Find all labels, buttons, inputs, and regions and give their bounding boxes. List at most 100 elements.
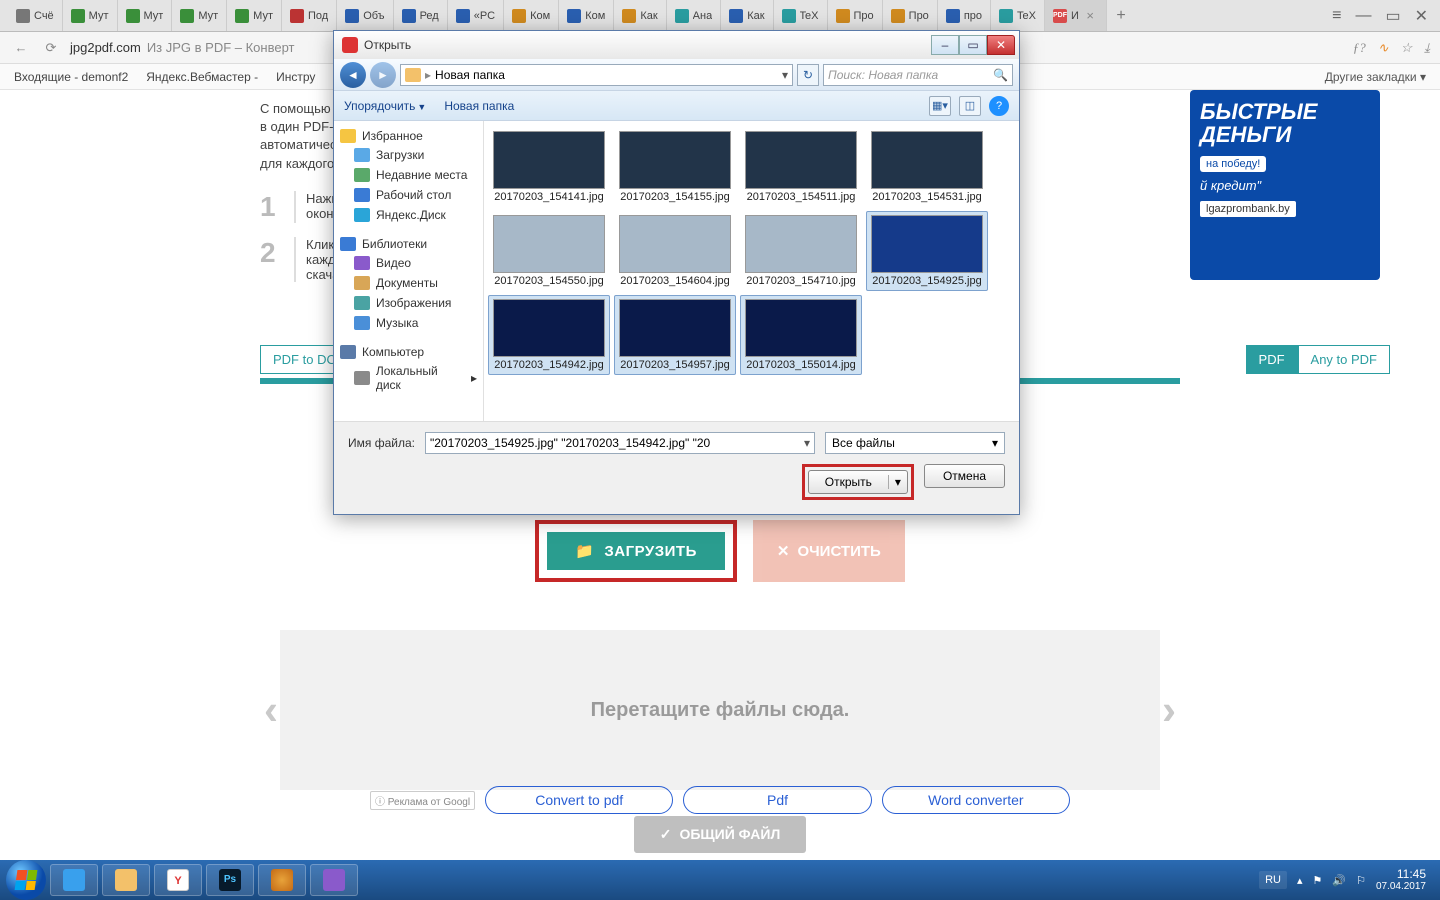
browser-tab[interactable]: Про	[828, 0, 883, 31]
taskbar-app-photoshop[interactable]: Ps	[206, 864, 254, 896]
browser-tab[interactable]: Мут	[227, 0, 282, 31]
file-item[interactable]: 20170203_154550.jpg	[488, 211, 610, 291]
breadcrumb[interactable]: ▸ Новая папка ▾	[400, 64, 793, 86]
taskbar-app-ie[interactable]	[50, 864, 98, 896]
preview-pane-button[interactable]: ◫	[959, 96, 981, 116]
close-button[interactable]: ✕	[987, 35, 1015, 55]
bookmark-item[interactable]: Яндекс.Вебмастер -	[146, 70, 258, 84]
new-folder-button[interactable]: Новая папка	[444, 99, 514, 113]
file-item[interactable]: 20170203_154925.jpg	[866, 211, 988, 291]
taskbar-clock[interactable]: 11:45 07.04.2017	[1376, 868, 1426, 892]
browser-tab[interactable]: Ком	[504, 0, 559, 31]
taskbar-app-paint[interactable]	[258, 864, 306, 896]
sidebar-ad[interactable]: БЫСТРЫЕ ДЕНЬГИ на победу! й кредит" lgaz…	[1190, 90, 1380, 280]
rss-icon[interactable]: ∿	[1378, 40, 1389, 56]
file-item[interactable]: 20170203_154710.jpg	[740, 211, 862, 291]
browser-tab[interactable]: про	[938, 0, 991, 31]
browser-tab[interactable]: Ана	[667, 0, 722, 31]
refresh-button[interactable]: ↻	[797, 64, 819, 86]
sidebar-item-desktop[interactable]: Рабочий стол	[338, 185, 479, 205]
download-icon[interactable]: ⤓	[1424, 40, 1430, 56]
browser-tab[interactable]: Мут	[63, 0, 118, 31]
nav-reload-icon[interactable]: ⟳	[40, 40, 62, 56]
carousel-next-icon[interactable]: ›	[1162, 686, 1176, 734]
tray-network-icon[interactable]: ⚑	[1312, 874, 1322, 887]
taskbar-app-explorer[interactable]	[102, 864, 150, 896]
other-bookmarks[interactable]: Другие закладки ▾	[1325, 70, 1426, 84]
ad-pill[interactable]: Pdf	[683, 786, 871, 814]
maximize-button[interactable]: ▭	[959, 35, 987, 55]
browser-tab[interactable]: Под	[282, 0, 337, 31]
view-mode-button[interactable]: ▦▾	[929, 96, 951, 116]
browser-tab[interactable]: Ред	[394, 0, 448, 31]
tab-close-icon[interactable]: ×	[1082, 8, 1098, 23]
dialog-titlebar[interactable]: Открыть – ▭ ✕	[334, 31, 1019, 59]
nav-back-button[interactable]: ◄	[340, 62, 366, 88]
browser-tab[interactable]: TeX	[774, 0, 828, 31]
file-item[interactable]: 20170203_154604.jpg	[614, 211, 736, 291]
sidebar-item-localdisk[interactable]: Локальный диск ▸	[338, 361, 479, 395]
tray-volume-icon[interactable]: 🔊	[1332, 874, 1346, 887]
nav-forward-button[interactable]: ►	[370, 62, 396, 88]
browser-tab[interactable]: Мут	[172, 0, 227, 31]
browser-tab[interactable]: TeX	[991, 0, 1045, 31]
organize-menu[interactable]: Упорядочить▼	[344, 99, 426, 113]
ad-pill[interactable]: Word converter	[882, 786, 1070, 814]
upload-button[interactable]: 📁 ЗАГРУЗИТЬ	[547, 532, 725, 570]
carousel-prev-icon[interactable]: ‹	[264, 686, 278, 734]
search-input[interactable]: Поиск: Новая папка 🔍	[823, 64, 1013, 86]
browser-tab[interactable]: PDFИ×	[1045, 0, 1107, 31]
combined-file-button[interactable]: ✓ ОБЩИЙ ФАЙЛ	[634, 816, 807, 853]
help-button[interactable]: ?	[989, 96, 1009, 116]
ad-pill[interactable]: Convert to pdf	[485, 786, 673, 814]
sidebar-group-computer[interactable]: Компьютер	[362, 345, 424, 359]
taskbar-app-yandex[interactable]: Y	[154, 864, 202, 896]
file-item[interactable]: 20170203_154957.jpg	[614, 295, 736, 375]
tray-action-icon[interactable]: ⚐	[1356, 874, 1366, 887]
chevron-down-icon[interactable]: ▾	[782, 68, 788, 82]
file-item[interactable]: 20170203_154531.jpg	[866, 127, 988, 207]
browser-tab[interactable]: Как	[721, 0, 773, 31]
bookmark-item[interactable]: Входящие - demonf2	[14, 70, 128, 84]
start-button[interactable]	[6, 860, 46, 900]
bookmark-item[interactable]: Инстру	[276, 70, 315, 84]
browser-tab[interactable]: Счё	[8, 0, 63, 31]
file-item[interactable]: 20170203_154942.jpg	[488, 295, 610, 375]
clear-button[interactable]: ✕ ОЧИСТИТЬ	[753, 520, 905, 582]
bookmark-icon[interactable]: ☆	[1401, 40, 1413, 56]
browser-tab[interactable]: Как	[614, 0, 666, 31]
file-item[interactable]: 20170203_154141.jpg	[488, 127, 610, 207]
sidebar-item-images[interactable]: Изображения	[338, 293, 479, 313]
nav-back-icon[interactable]: ←	[10, 40, 32, 55]
convert-tab[interactable]: Any to PDF	[1298, 345, 1390, 374]
file-item[interactable]: 20170203_154155.jpg	[614, 127, 736, 207]
sidebar-item-recent[interactable]: Недавние места	[338, 165, 479, 185]
dropzone[interactable]: ‹ Перетащите файлы сюда. ›	[280, 630, 1160, 790]
minimize-icon[interactable]: —	[1355, 7, 1371, 25]
sidebar-item-downloads[interactable]: Загрузки	[338, 145, 479, 165]
maximize-icon[interactable]: ▭	[1385, 6, 1400, 26]
chevron-down-icon[interactable]: ▾	[888, 475, 907, 489]
browser-tab[interactable]: «PC	[448, 0, 504, 31]
file-item[interactable]: 20170203_154511.jpg	[740, 127, 862, 207]
convert-tab[interactable]: PDF	[1246, 345, 1298, 374]
sidebar-item-yandexdisk[interactable]: Яндекс.Диск	[338, 205, 479, 225]
file-type-filter[interactable]: Все файлы▾	[825, 432, 1005, 454]
sidebar-group-libraries[interactable]: Библиотеки	[362, 237, 427, 251]
browser-tab[interactable]: Объ	[337, 0, 393, 31]
sidebar-item-music[interactable]: Музыка	[338, 313, 479, 333]
browser-tab[interactable]: Про	[883, 0, 938, 31]
open-button[interactable]: Открыть ▾	[808, 470, 908, 494]
sidebar-item-documents[interactable]: Документы	[338, 273, 479, 293]
close-icon[interactable]: ✕	[1415, 6, 1428, 26]
file-item[interactable]: 20170203_155014.jpg	[740, 295, 862, 375]
chevron-down-icon[interactable]: ▾	[804, 436, 810, 450]
sidebar-group-favorites[interactable]: Избранное	[362, 129, 423, 143]
taskbar-app-snip[interactable]	[310, 864, 358, 896]
browser-tab[interactable]: Ком	[559, 0, 614, 31]
tray-up-icon[interactable]: ▴	[1297, 874, 1303, 887]
minimize-button[interactable]: –	[931, 35, 959, 55]
filename-input[interactable]: "20170203_154925.jpg" "20170203_154942.j…	[425, 432, 815, 454]
browser-tab[interactable]: Мут	[118, 0, 173, 31]
new-tab-button[interactable]: +	[1107, 0, 1135, 31]
